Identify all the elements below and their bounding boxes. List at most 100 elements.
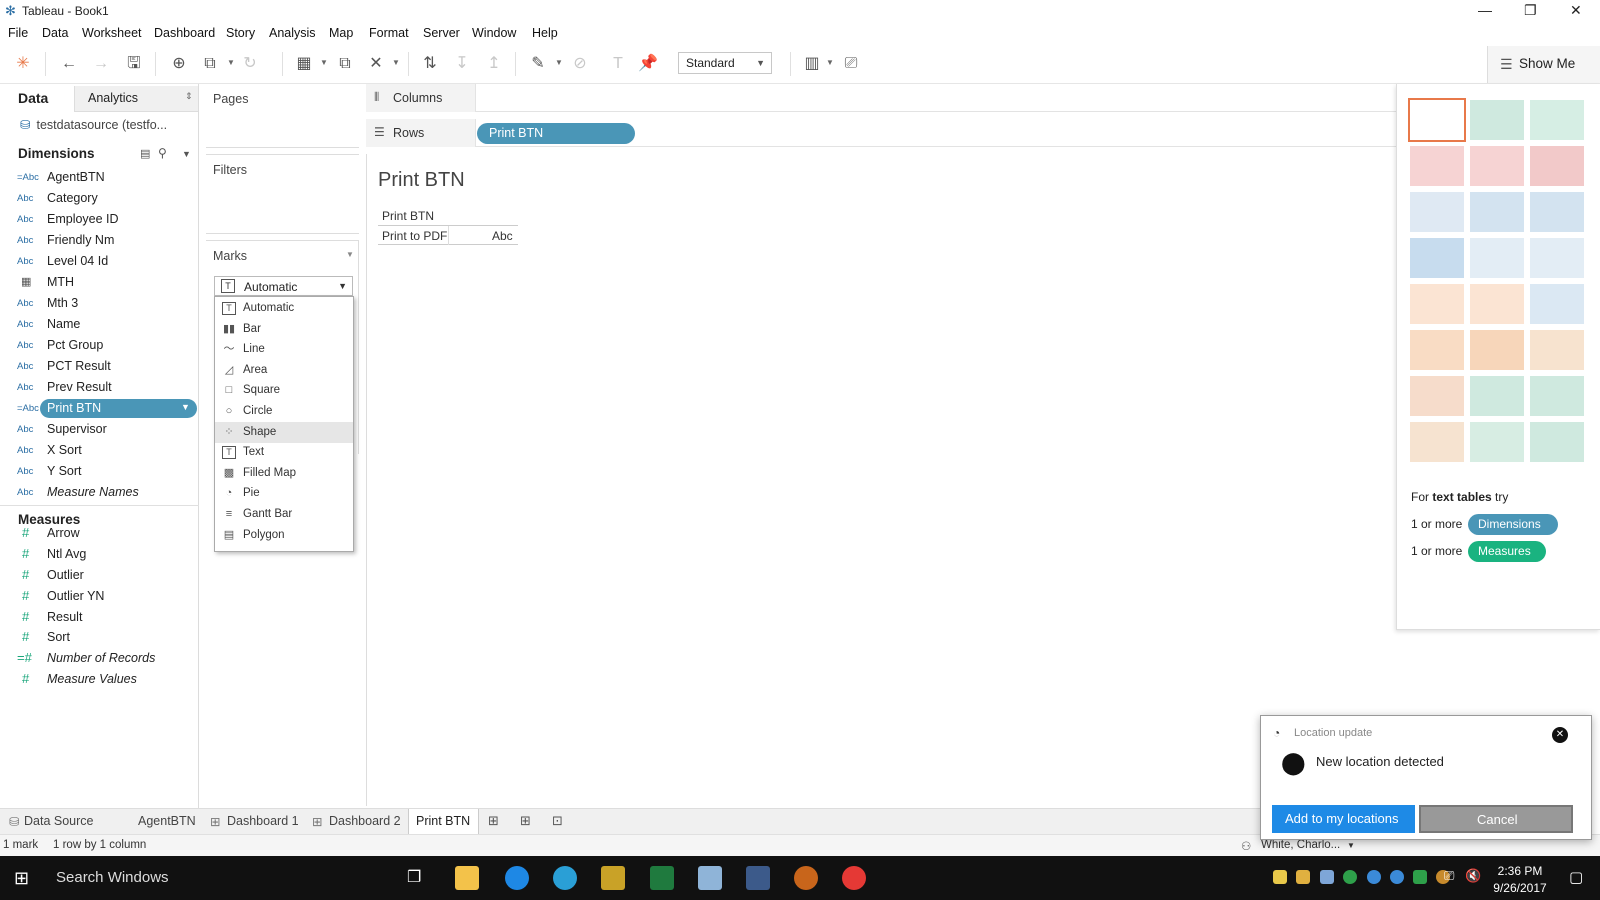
show-me-box-and-whisker-icon[interactable] (1530, 376, 1584, 416)
mark-option-polygon[interactable]: ▤ Polygon (215, 525, 353, 546)
show-mark-labels-icon[interactable]: T (608, 54, 628, 74)
chevron-down-icon[interactable]: ▼ (1347, 841, 1355, 850)
show-me-dual-lines-icon[interactable] (1530, 284, 1584, 324)
mark-option-text[interactable]: T Text (215, 442, 353, 463)
clear-sheet-icon[interactable]: ✕ (366, 54, 386, 74)
filters-card[interactable]: Filters (206, 154, 359, 234)
menu-file[interactable]: File (8, 26, 28, 40)
menu-dashboard[interactable]: Dashboard (154, 26, 215, 40)
datasource-item[interactable]: ⛁ testdatasource (testfo... (20, 117, 167, 132)
dimension-field[interactable]: Abc Supervisor (0, 419, 199, 440)
tab-agentbtn[interactable]: AgentBTN (126, 809, 200, 835)
mark-option-filled-map[interactable]: ▩ Filled Map (215, 463, 353, 484)
fix-axes-icon[interactable]: 📌 (638, 54, 658, 74)
cancel-button[interactable]: Cancel (1419, 805, 1573, 833)
show-me-button[interactable]: ☰ Show Me (1487, 46, 1600, 83)
new-worksheet-icon[interactable]: ▦ (294, 54, 314, 74)
table-row[interactable]: Print to PDF Abc (378, 226, 518, 245)
dimension-field[interactable]: =Abc Print BTN ▼ (0, 398, 199, 419)
fit-dropdown[interactable]: Standard ▼ (678, 52, 772, 74)
view-canvas[interactable] (366, 154, 1400, 806)
tools-app-icon[interactable] (601, 866, 625, 890)
measure-field[interactable]: # Outlier (0, 565, 199, 586)
dimension-field[interactable]: Abc Name (0, 314, 199, 335)
show-me-stacked-bars-icon[interactable] (1470, 192, 1524, 232)
show-me-symbol-map-icon[interactable] (1410, 146, 1464, 186)
mark-option-gantt-bar[interactable]: ≡ Gantt Bar (215, 504, 353, 525)
show-me-gantt-chart-icon[interactable] (1410, 422, 1464, 462)
rows-pill-print-btn[interactable]: Print BTN (477, 123, 635, 144)
show-me-bullet-graph-icon[interactable] (1470, 422, 1524, 462)
clock[interactable]: 2:36 PM 9/26/2017 (1477, 863, 1563, 897)
tab-dashboard-2[interactable]: ⊞ Dashboard 2 (306, 809, 402, 835)
show-me-scatter-plot-icon[interactable] (1410, 376, 1464, 416)
mark-option-area[interactable]: ◿ Area (215, 360, 353, 381)
duplicate-sheet-icon[interactable]: ⧉ (335, 54, 355, 74)
chevron-down-icon[interactable]: ▼ (392, 58, 400, 67)
dimension-field[interactable]: ▦ MTH (0, 272, 199, 293)
dimension-field[interactable]: Abc Level 04 Id (0, 251, 199, 272)
mark-option-automatic[interactable]: T Automatic (215, 298, 353, 319)
chevron-down-icon[interactable]: ▼ (826, 58, 834, 67)
notes-app-icon[interactable] (698, 866, 722, 890)
tab-analytics[interactable]: Analytics ⇕ (74, 86, 198, 112)
menu-analysis[interactable]: Analysis (269, 26, 316, 40)
show-me-area-discrete-icon[interactable] (1470, 330, 1524, 370)
new-datasource-icon[interactable]: ⊕ (169, 54, 189, 74)
dimension-field[interactable]: Abc PCT Result (0, 356, 199, 377)
show-me-text-table-icon[interactable] (1408, 98, 1466, 142)
measure-field[interactable]: # Outlier YN (0, 586, 199, 607)
show-cards-icon[interactable]: ▥ (802, 54, 822, 74)
highlight-icon[interactable]: ✎ (528, 54, 548, 74)
chevron-down-icon[interactable]: ▼ (182, 149, 191, 159)
internet-explorer-icon[interactable] (505, 866, 529, 890)
pause-updates-icon[interactable]: ⧉ (200, 54, 220, 74)
measure-field[interactable]: =# Number of Records (0, 648, 199, 669)
redo-icon[interactable]: → (91, 54, 111, 74)
tab-data-source[interactable]: ⛁ Data Source (0, 809, 124, 835)
notifications-icon[interactable]: ▢ (1569, 868, 1583, 886)
show-me-treemap-icon[interactable] (1410, 238, 1464, 278)
taskbar-search[interactable]: Search Windows (44, 856, 392, 900)
mark-option-pie[interactable]: ◔ Pie (215, 483, 353, 504)
minimize-button[interactable]: — (1478, 2, 1492, 18)
mark-option-circle[interactable]: ○ Circle (215, 401, 353, 422)
tableau-taskbar-icon[interactable] (746, 866, 770, 890)
tray-sync-icon[interactable] (1343, 870, 1357, 884)
chrome-icon[interactable] (842, 866, 866, 890)
dimension-field[interactable]: Abc Friendly Nm (0, 230, 199, 251)
chevron-down-icon[interactable]: ▼ (320, 58, 328, 67)
columns-shelf[interactable]: ⦀ Columns (366, 84, 1400, 112)
measure-field[interactable]: # Ntl Avg (0, 544, 199, 565)
show-me-filled-map-icon[interactable] (1470, 146, 1524, 186)
show-me-pie-chart-icon[interactable] (1530, 146, 1584, 186)
pages-card[interactable]: Pages (206, 84, 359, 148)
dimension-field[interactable]: Abc Employee ID (0, 209, 199, 230)
close-window-button[interactable]: ✕ (1570, 2, 1582, 19)
show-me-horizontal-bars-icon[interactable] (1410, 192, 1464, 232)
file-explorer-icon[interactable] (455, 866, 479, 890)
menu-format[interactable]: Format (369, 26, 409, 40)
windows-start-icon[interactable]: ⊞ (14, 868, 29, 889)
show-me-heat-map-icon[interactable] (1470, 100, 1524, 140)
measure-field[interactable]: # Sort (0, 627, 199, 648)
tab-print-btn[interactable]: Print BTN (408, 809, 479, 835)
measure-field[interactable]: # Result (0, 607, 199, 628)
dimension-field[interactable]: =Abc AgentBTN (0, 167, 199, 188)
new-story-icon[interactable]: ⊡ (552, 813, 563, 829)
menu-story[interactable]: Story (226, 26, 255, 40)
add-to-locations-button[interactable]: Add to my locations (1272, 805, 1415, 833)
show-me-discrete-lines-icon[interactable] (1470, 284, 1524, 324)
mark-option-square[interactable]: □ Square (215, 380, 353, 401)
mark-type-dropdown[interactable]: T Automatic ▼ (214, 276, 353, 296)
view-title[interactable]: Print BTN (378, 169, 465, 192)
user-name[interactable]: White, Charlo... (1261, 839, 1340, 851)
chevron-down-icon[interactable]: ▼ (227, 58, 235, 67)
sort-descending-icon[interactable]: ↥ (484, 54, 504, 74)
dimension-field[interactable]: Abc Mth 3 (0, 293, 199, 314)
show-me-side-by-side-circles-icon[interactable] (1530, 238, 1584, 278)
chevron-down-icon[interactable]: ▼ (181, 402, 190, 412)
dimension-field[interactable]: Abc Pct Group (0, 335, 199, 356)
maximize-button[interactable]: ❐ (1524, 2, 1537, 19)
close-icon[interactable]: ✕ (1552, 727, 1568, 743)
